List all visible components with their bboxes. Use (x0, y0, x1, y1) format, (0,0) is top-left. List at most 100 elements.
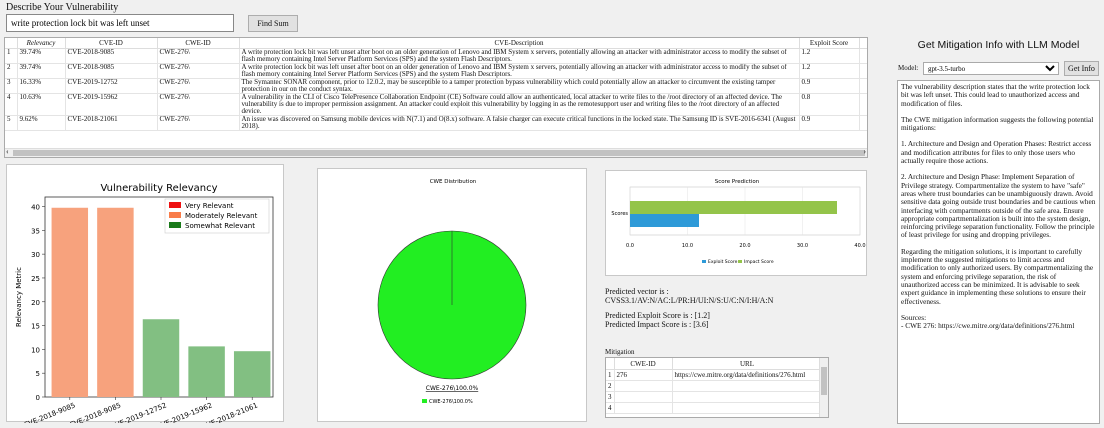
scroll-right-icon[interactable]: › (863, 147, 866, 156)
row-number: 3 (606, 391, 615, 403)
header-exploit-score[interactable]: Exploit Score (799, 38, 860, 49)
legend-label: Moderately Relevant (185, 212, 258, 220)
cwe-id-cell: CWE-276\ (157, 63, 240, 79)
relevancy-chart-panel: Vulnerability Relevancy 0 5 10 15 20 25 30 35 40 R… (6, 164, 284, 428)
mitigation-row[interactable]: 1 276 https://cwe.mitre.org/data/definitio… (606, 369, 823, 381)
header-cve-description[interactable]: CVE-Description (239, 38, 800, 49)
mitigation-cwe-cell (614, 402, 673, 414)
mitigation-cwe-cell: 276 (614, 369, 673, 381)
mitigation-url-cell (672, 402, 823, 414)
y-axis-label: Relevancy Metric (15, 267, 23, 327)
relevancy-cell: 9.62% (17, 115, 66, 131)
y-tick-label: 40 (31, 204, 40, 212)
exploit-score-cell: 1.2 (799, 48, 860, 64)
description-cell: An issue was discovered on Samsung mobil… (239, 115, 800, 131)
llm-paragraph: The vulnerability description states tha… (901, 82, 1090, 108)
llm-paragraph: The CWE mitigation information suggests … (901, 114, 1094, 133)
legend-swatch (169, 222, 181, 228)
results-table: Relevancy CVE-ID CWE-ID CVE-Description … (4, 37, 868, 158)
legend-label: Very Relevant (185, 202, 234, 210)
exploit-score-cell: 0.9 (799, 78, 860, 94)
mitigation-scrollbar[interactable] (819, 358, 828, 417)
bar (142, 319, 180, 397)
table-row[interactable]: 2 39.74% CVE-2018-9085 CWE-276\ A write prot… (5, 63, 867, 79)
description-cell: A write protection lock bit was left uns… (239, 63, 800, 79)
vulnerability-input[interactable] (6, 14, 234, 32)
y-tick-label: 25 (31, 275, 40, 283)
y-tick-label: 15 (31, 323, 40, 331)
description-cell: A vulnerability in the CLI of Cisco Tele… (239, 93, 800, 116)
row-number: 1 (5, 48, 18, 64)
llm-paragraph: Regarding the mitigation solutions, it i… (901, 246, 1094, 306)
score-prediction-chart: Score Prediction 0.0 10.0 20.0 30.0 40.0 Score… (611, 179, 865, 265)
bar (233, 351, 271, 397)
y-tick-label: 35 (31, 227, 40, 235)
horizontal-scrollbar[interactable]: ‹ › (5, 147, 867, 157)
impact-score-cell: 3.6 (859, 93, 867, 116)
y-tick-label: 30 (31, 251, 40, 259)
header-relevancy[interactable]: Relevancy (17, 38, 66, 49)
y-tick-label: 0 (36, 394, 40, 402)
header-cve-id[interactable]: CVE-ID (65, 38, 158, 49)
relevancy-cell: 39.74% (17, 48, 66, 64)
cve-id-cell: CVE-2019-15962 (65, 93, 158, 116)
row-number: 1 (606, 369, 615, 381)
table-header: Relevancy CVE-ID CWE-ID CVE-Description … (5, 38, 867, 49)
cwe-distribution-chart: CWE Distribution CWE-276\100.0% CWE-276\10… (377, 179, 527, 405)
relevancy-cell: 10.63% (17, 93, 66, 116)
mitigation-table: CWE-ID URL 1 276 https://cwe.mitre.org/dat… (605, 357, 829, 418)
legend-swatch (702, 260, 706, 263)
chart-title: CWE Distribution (430, 179, 477, 185)
chart-title: Vulnerability Relevancy (100, 183, 217, 194)
x-tick-label: 30.0 (797, 243, 808, 249)
impact-score-cell: 3.6 (859, 63, 867, 79)
bar-impact (630, 201, 837, 214)
legend-swatch (422, 399, 427, 403)
exploit-score-cell: 0.9 (799, 115, 860, 131)
mitigation-row[interactable]: 2 (606, 380, 823, 392)
vector-label: Predicted vector is : (605, 287, 669, 296)
mitigation-row[interactable]: 4 (606, 402, 823, 414)
bar (188, 346, 225, 397)
x-tick-label: CVE-2018-9085 (23, 401, 77, 423)
exploit-score-cell: 1.2 (799, 63, 860, 79)
llm-title: Get Mitigation Info with LLM Model (917, 39, 1080, 51)
cve-id-cell: CVE-2018-9085 (65, 48, 158, 64)
mitigation-url-cell (672, 391, 823, 403)
mitigation-row[interactable]: 3 (606, 391, 823, 403)
table-row[interactable]: 4 10.63% CVE-2019-15962 CWE-276\ A vulnerabi… (5, 93, 867, 116)
y-tick-label: Scores (611, 211, 628, 217)
mitigation-label: Mitigation (605, 348, 635, 356)
y-tick-label: 5 (36, 370, 40, 378)
cve-id-cell: CVE-2019-12752 (65, 78, 158, 94)
cwe-id-cell: CWE-276\ (157, 115, 240, 131)
x-tick-label: 10.0 (682, 243, 693, 249)
header-cwe-id[interactable]: CWE-ID (157, 38, 240, 49)
legend-label: Somewhat Relevant (185, 222, 255, 230)
score-prediction-panel: Score Prediction 0.0 10.0 20.0 30.0 40.0 Score… (605, 170, 867, 276)
bar-exploit (630, 214, 699, 227)
describe-label: Describe Your Vulnerability (6, 2, 119, 13)
scroll-left-icon[interactable]: ‹ (6, 147, 9, 156)
llm-paragraph: 2. Architecture and Design Phase: Implem… (901, 172, 1096, 240)
table-row[interactable]: 1 39.74% CVE-2018-9085 CWE-276\ A write prot… (5, 48, 867, 64)
row-number: 2 (5, 63, 18, 79)
mitigation-header-cwe-id[interactable]: CWE-ID (614, 358, 673, 370)
table-row[interactable]: 5 9.62% CVE-2018-21061 CWE-276\ An issue was… (5, 115, 867, 131)
mitigation-header-url[interactable]: URL (672, 358, 823, 370)
legend-swatch (169, 202, 181, 208)
model-label: Model: (898, 64, 919, 72)
llm-output[interactable]: The vulnerability description states tha… (897, 80, 1100, 424)
legend-label: Exploit Score (708, 259, 738, 265)
model-select[interactable]: gpt-3.5-turbo (923, 62, 1059, 75)
predicted-exploit: Predicted Exploit Score is : [1.2] (605, 311, 710, 320)
description-cell: The Symantec SONAR component, prior to 1… (239, 78, 800, 94)
x-tick-label: 40.0 (854, 243, 865, 249)
impact-score-cell: 3.6 (859, 48, 867, 64)
exploit-score-cell: 0.8 (799, 93, 860, 116)
find-button[interactable]: Find Sum (248, 15, 298, 32)
table-row[interactable]: 3 16.33% CVE-2019-12752 CWE-276\ The Symante… (5, 78, 867, 94)
header-impact[interactable] (859, 38, 867, 49)
get-info-button[interactable]: Get Info (1064, 61, 1099, 76)
bar (97, 207, 134, 397)
